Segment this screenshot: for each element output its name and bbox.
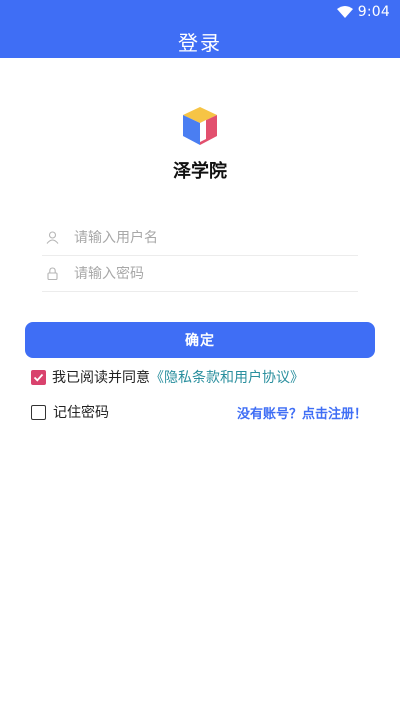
remember-password-checkbox[interactable] — [31, 404, 46, 420]
remember-password-label: 记住密码 — [53, 405, 109, 421]
agreement-text: 我已阅读并同意 — [52, 370, 150, 386]
privacy-agreement-link[interactable]: 《隐私条款和用户协议》 — [150, 367, 304, 387]
app-name: 泽学院 — [173, 161, 227, 182]
check-icon — [33, 373, 44, 382]
remember-row: 记住密码 — [31, 401, 109, 423]
wifi-icon — [336, 6, 353, 18]
register-link[interactable]: 没有账号？点击注册！ — [237, 403, 367, 422]
lock-icon — [47, 267, 58, 280]
status-bar: 9:04 — [0, 0, 400, 24]
password-input[interactable] — [74, 265, 334, 282]
password-field — [42, 256, 358, 292]
status-time: 9:04 — [357, 4, 390, 20]
username-field — [42, 220, 358, 256]
login-screen: 9:04 登录 泽学院 确定 我已阅读并同意 《隐私条款和用户协议》 — [0, 0, 400, 711]
agreement-row: 我已阅读并同意 《隐私条款和用户协议》 — [31, 366, 304, 388]
submit-button[interactable]: 确定 — [25, 322, 375, 358]
username-input[interactable] — [74, 229, 334, 246]
agreement-checkbox[interactable] — [31, 369, 46, 385]
user-icon — [46, 231, 59, 244]
page-title: 登录 — [178, 30, 222, 55]
cube-logo-icon — [183, 107, 217, 145]
header: 登录 — [0, 24, 400, 58]
